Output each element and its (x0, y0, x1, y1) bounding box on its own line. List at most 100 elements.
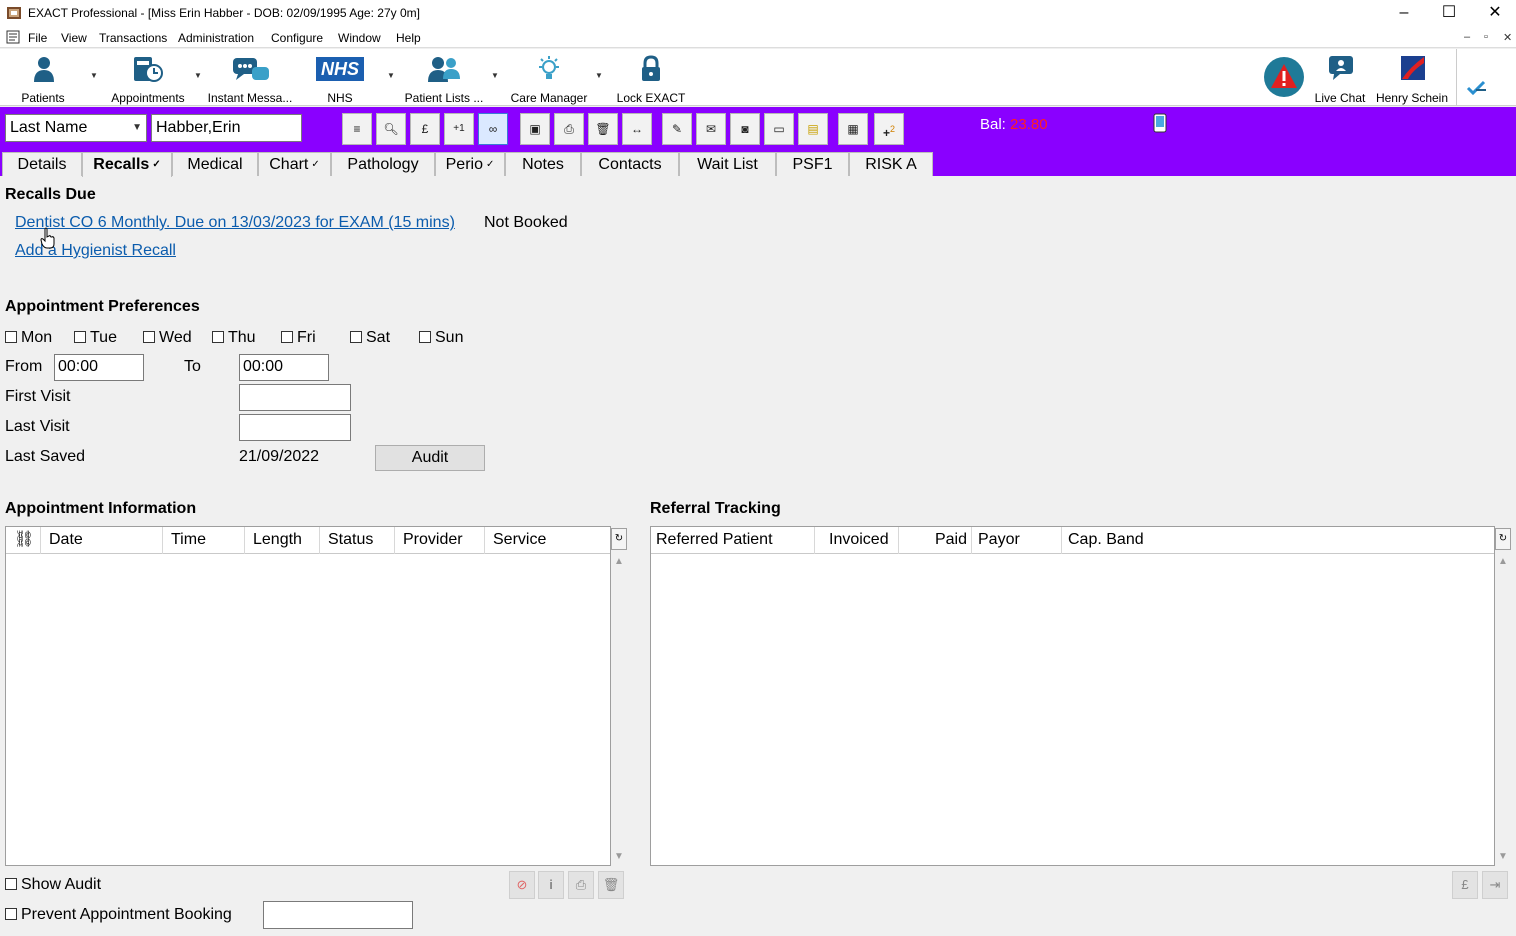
tab-contacts[interactable]: Contacts (581, 152, 679, 176)
tue-checkbox[interactable]: Tue (74, 329, 117, 347)
menu-transactions[interactable]: Transactions (99, 31, 167, 45)
scroll-down-icon[interactable]: ▼ (1498, 851, 1508, 862)
column-chooser-icon[interactable]: ⛓ (6, 527, 41, 554)
close-button[interactable]: ✕ (1472, 0, 1516, 26)
pound-icon[interactable]: £ (1452, 871, 1478, 899)
first-visit-field[interactable] (239, 384, 351, 411)
tab-wait-list[interactable]: Wait List (679, 152, 776, 176)
info-icon[interactable]: i (538, 871, 564, 899)
scroll-up-icon[interactable]: ▲ (614, 556, 624, 567)
tab-pathology[interactable]: Pathology (331, 152, 435, 176)
column-invoiced[interactable]: Invoiced (815, 527, 899, 554)
tab-risk-a[interactable]: RISK A (849, 152, 933, 176)
pen-icon[interactable]: ✎ (662, 113, 692, 145)
recall-link[interactable]: Dentist CO 6 Monthly. Due on 13/03/2023 … (15, 214, 455, 232)
mdi-restore-button[interactable]: ▫ (1484, 31, 1488, 43)
alert-icon[interactable] (1263, 56, 1305, 98)
letter-icon[interactable]: ✉ (696, 113, 726, 145)
referral-grid[interactable]: Referred Patient Invoiced Paid Payor Cap… (650, 526, 1495, 866)
split-icon[interactable]: ⇥ (1482, 871, 1508, 899)
save-icon[interactable]: ▣ (520, 113, 550, 145)
referral-grid-refresh-icon[interactable]: ↻ (1495, 528, 1511, 550)
column-paid[interactable]: Paid (899, 527, 972, 554)
note-icon[interactable]: ▤ (798, 113, 828, 145)
column-service[interactable]: Service (485, 527, 610, 554)
align-left-icon[interactable]: ≡ (342, 113, 372, 145)
menu-configure[interactable]: Configure (271, 31, 323, 45)
live-chat-button[interactable]: Live Chat (1310, 53, 1370, 105)
to-time-input[interactable]: 00:00 (239, 354, 329, 381)
column-status[interactable]: Status (320, 527, 395, 554)
wed-checkbox[interactable]: Wed (143, 329, 192, 347)
plus-one-icon[interactable]: +1 (444, 113, 474, 145)
show-audit-checkbox[interactable]: Show Audit (5, 876, 101, 894)
tab-recalls[interactable]: Recalls ✓ (82, 152, 172, 177)
document-icon[interactable] (6, 30, 20, 44)
menu-window[interactable]: Window (338, 31, 381, 45)
tab-chart[interactable]: Chart ✓ (258, 152, 331, 176)
medical-cross-icon[interactable]: +2 (874, 113, 904, 145)
menu-view[interactable]: View (61, 31, 87, 45)
trash-icon[interactable]: 🗑︎ (588, 113, 618, 145)
from-time-input[interactable]: 00:00 (54, 354, 144, 381)
mdi-close-button[interactable]: ✕ (1503, 31, 1512, 44)
scroll-up-icon[interactable]: ▲ (1498, 556, 1508, 567)
column-time[interactable]: Time (163, 527, 245, 554)
appointments-dropdown-icon[interactable]: ▼ (194, 71, 202, 80)
henry-schein-button[interactable]: Henry Schein (1374, 53, 1450, 105)
sun-checkbox[interactable]: Sun (419, 329, 463, 347)
menu-help[interactable]: Help (396, 31, 421, 45)
appointments-button[interactable]: Appointments (106, 53, 190, 105)
thu-checkbox[interactable]: Thu (212, 329, 256, 347)
menu-administration[interactable]: Administration (178, 31, 254, 45)
patients-dropdown-icon[interactable]: ▼ (90, 71, 98, 80)
patient-lists-button[interactable]: Patient Lists ... (402, 53, 486, 105)
scroll-down-icon[interactable]: ▼ (614, 851, 624, 862)
column-cap-band[interactable]: Cap. Band (1062, 527, 1494, 554)
print-icon[interactable]: ⎙ (568, 871, 594, 899)
menu-file[interactable]: File (28, 31, 47, 45)
prevent-appointment-booking-checkbox[interactable]: Prevent Appointment Booking (5, 906, 232, 924)
care-manager-dropdown-icon[interactable]: ▼ (595, 71, 603, 80)
column-payor[interactable]: Payor (972, 527, 1062, 554)
prevent-booking-reason-field[interactable] (263, 901, 413, 929)
column-length[interactable]: Length (245, 527, 320, 554)
appointment-grid[interactable]: ⛓ Date Time Length Status Provider Servi… (5, 526, 611, 866)
column-provider[interactable]: Provider (395, 527, 485, 554)
mon-checkbox[interactable]: Mon (5, 329, 52, 347)
print-icon[interactable]: ⎙ (554, 113, 584, 145)
merge-arrows-icon[interactable]: ↔ (622, 113, 652, 145)
mobile-phone-icon[interactable] (1153, 113, 1167, 133)
pound-icon[interactable]: £ (410, 113, 440, 145)
nhs-button[interactable]: NHS NHS (310, 53, 370, 105)
patients-button[interactable]: Patients (14, 53, 72, 105)
tab-notes[interactable]: Notes (505, 152, 581, 176)
link-icon[interactable]: ∞ (478, 113, 508, 145)
minimize-button[interactable]: – (1381, 0, 1427, 26)
nhs-dropdown-icon[interactable]: ▼ (387, 71, 395, 80)
mdi-minimize-button[interactable]: – (1464, 31, 1470, 43)
patient-search-input[interactable]: Habber,Erin (151, 114, 302, 142)
last-visit-field[interactable] (239, 414, 351, 441)
cancel-icon[interactable]: ⊘ (509, 871, 535, 899)
camera-icon[interactable]: ◙ (730, 113, 760, 145)
column-referred-patient[interactable]: Referred Patient (651, 527, 815, 554)
maximize-button[interactable]: ☐ (1426, 0, 1472, 26)
tab-perio[interactable]: Perio ✓ (435, 152, 505, 176)
delete-icon[interactable]: 🗑︎ (598, 871, 624, 899)
lock-exact-button[interactable]: Lock EXACT (614, 53, 688, 105)
appointment-grid-refresh-icon[interactable]: ↻ (611, 528, 627, 550)
tab-medical[interactable]: Medical (172, 152, 258, 176)
card-icon[interactable]: ▭ (764, 113, 794, 145)
tab-details[interactable]: Details (2, 152, 82, 176)
search-icon[interactable]: 🔍︎ (376, 113, 406, 145)
fri-checkbox[interactable]: Fri (281, 329, 316, 347)
instant-messages-button[interactable]: Instant Messa... (206, 53, 294, 105)
document-add-icon[interactable]: ▦ (838, 113, 868, 145)
patient-lists-dropdown-icon[interactable]: ▼ (491, 71, 499, 80)
column-date[interactable]: Date (41, 527, 163, 554)
audit-button[interactable]: Audit (375, 445, 485, 471)
tab-psf1[interactable]: PSF1 (776, 152, 849, 176)
sat-checkbox[interactable]: Sat (350, 329, 390, 347)
care-manager-button[interactable]: Care Manager (508, 53, 590, 105)
